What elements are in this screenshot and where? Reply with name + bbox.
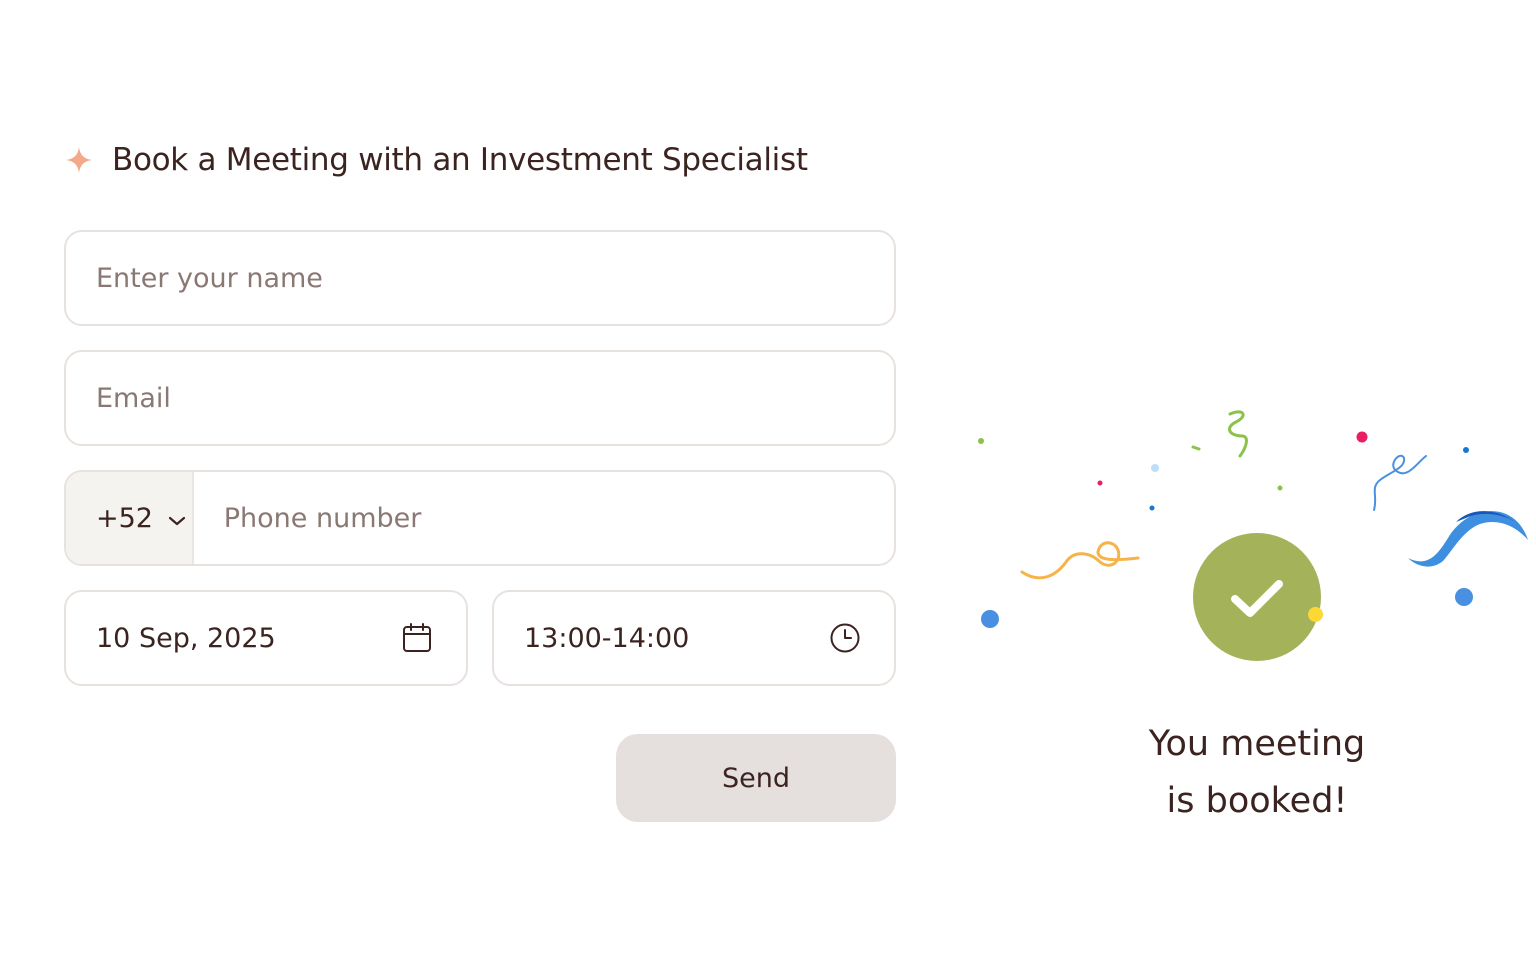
phone-field: +52 xyxy=(64,470,896,566)
booking-page: Book a Meeting with an Investment Specia… xyxy=(0,0,1536,960)
page-title: Book a Meeting with an Investment Specia… xyxy=(112,142,808,178)
country-code-value: +52 xyxy=(96,502,153,534)
form-header: Book a Meeting with an Investment Specia… xyxy=(64,142,808,178)
name-field[interactable] xyxy=(64,230,896,326)
date-picker[interactable]: 10 Sep, 2025 xyxy=(64,590,468,686)
confirmation-line-1: You meeting xyxy=(1148,724,1366,764)
confetti-dot xyxy=(1308,607,1323,622)
checkmark-icon xyxy=(1231,580,1283,617)
country-code-select[interactable]: +52 xyxy=(66,472,194,564)
sparkle-icon xyxy=(64,145,94,175)
time-picker[interactable]: 13:00-14:00 xyxy=(492,590,896,686)
booking-confirmation: You meeting is booked! xyxy=(1056,716,1458,830)
clock-icon[interactable] xyxy=(828,621,862,655)
phone-input[interactable] xyxy=(193,472,894,564)
date-value: 10 Sep, 2025 xyxy=(96,622,276,654)
email-input[interactable] xyxy=(66,352,894,444)
time-value: 13:00-14:00 xyxy=(524,622,690,654)
calendar-icon[interactable] xyxy=(400,621,434,655)
name-input[interactable] xyxy=(66,232,894,324)
success-badge xyxy=(1193,533,1321,661)
email-field[interactable] xyxy=(64,350,896,446)
confirmation-line-2: is booked! xyxy=(1166,781,1348,821)
send-button[interactable]: Send xyxy=(616,734,896,822)
chevron-down-icon xyxy=(167,503,187,534)
